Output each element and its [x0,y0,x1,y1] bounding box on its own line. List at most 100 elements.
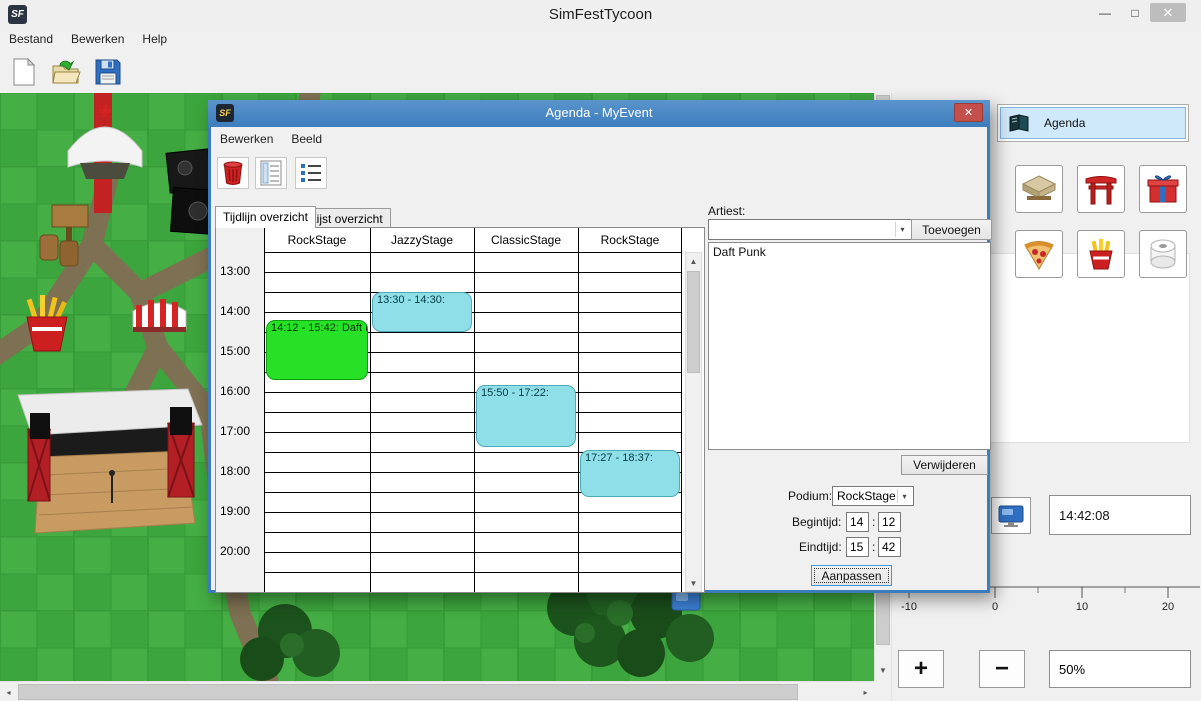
list-view-icon [299,162,323,184]
hour-label: 14:00 [220,304,260,318]
artist-listbox[interactable]: Daft Punk [708,242,991,450]
toilet-paper-icon [1146,237,1180,271]
menu-bestand[interactable]: Bestand [0,29,62,49]
time-separator: : [872,515,875,529]
zoom-in-button[interactable]: + [898,650,944,688]
save-icon [95,59,121,85]
main-stage[interactable] [18,389,202,533]
start-hour-field[interactable]: 14 [846,512,869,532]
map-scroll-down-button[interactable]: ▼ [875,661,891,679]
artist-list-item[interactable]: Daft Punk [709,243,990,261]
grid-scroll-up-button[interactable]: ▲ [686,253,701,269]
hour-label: 16:00 [220,384,260,398]
stage-header: RockStage [578,228,682,252]
tile-toilet-paper[interactable] [1139,230,1187,278]
scale-label-0: -10 [901,601,917,613]
timeline-grid: 13:00 14:00 15:00 16:00 17:00 18:00 19:0… [215,227,705,593]
app-window: SF SimFestTycoon — □ ✕ Bestand Bewerken … [0,0,1201,701]
tile-torii-gate[interactable] [1077,165,1125,213]
scale-label-2: 10 [1076,601,1088,613]
scale-label-3: 20 [1162,601,1174,613]
tile-pallet[interactable] [1015,165,1063,213]
sidebar-item-agenda[interactable]: Agenda [1000,107,1186,139]
remove-artist-button[interactable]: Verwijderen [901,455,988,475]
zoom-out-button[interactable]: − [979,650,1025,688]
stage-header: ClassicStage [474,228,578,252]
hour-label: 19:00 [220,504,260,518]
agenda-book-icon [1008,114,1030,132]
delete-event-button[interactable] [217,157,249,189]
dialog-menu-bar: Bewerken Beeld [211,127,987,150]
map-scroll-left-button[interactable]: ◂ [0,683,17,701]
dialog-menu-beeld[interactable]: Beeld [282,129,331,149]
event-block[interactable]: 15:50 - 17:22: [476,385,576,447]
pizza-icon [1022,237,1056,271]
menu-bar: Bestand Bewerken Help [0,28,1201,50]
grid-scroll-thumb[interactable] [687,271,700,373]
stage-header: RockStage [264,228,370,252]
stage-header: JazzyStage [370,228,474,252]
dropdown-arrow-icon: ▾ [897,489,911,503]
podium-label: Podium: [788,489,832,503]
timeline-rows[interactable]: 14:12 - 15:42: Daft P 13:30 - 14:30: 15:… [264,252,682,592]
hour-label: 20:00 [220,544,260,558]
menu-help[interactable]: Help [133,29,176,49]
new-file-button[interactable] [6,54,42,90]
apply-button[interactable]: Aanpassen [811,565,892,586]
trash-icon [223,161,243,185]
end-hour-field[interactable]: 15 [846,537,869,557]
dialog-menu-bewerken[interactable]: Bewerken [211,129,282,149]
artist-combobox[interactable]: ▾ [708,219,912,240]
screen-prop[interactable] [672,590,700,610]
open-file-button[interactable] [48,54,84,90]
list-view-button[interactable] [295,157,327,189]
dialog-title-bar[interactable]: SF Agenda - MyEvent ✕ [208,100,990,127]
dialog-close-button[interactable]: ✕ [954,103,983,122]
hour-label: 13:00 [220,264,260,278]
maximize-button[interactable]: □ [1122,3,1148,23]
podium-combobox[interactable]: RockStage ▾ [832,486,914,506]
minimize-button[interactable]: — [1092,3,1118,23]
menu-bewerken[interactable]: Bewerken [62,29,133,49]
dialog-title: Agenda - MyEvent [208,105,990,120]
close-button[interactable]: ✕ [1150,3,1186,22]
end-time-label: Eindtijd: [799,540,842,554]
tile-gift[interactable] [1139,165,1187,213]
tile-pizza[interactable] [1015,230,1063,278]
map-hscroll-thumb[interactable] [18,684,798,700]
open-file-icon [51,58,81,86]
event-block-daft-punk[interactable]: 14:12 - 15:42: Daft P [266,320,368,380]
timeline-view-button[interactable] [255,157,287,189]
fries-icon [1084,237,1118,271]
zoom-level-field[interactable]: 50% [1049,650,1191,688]
add-artist-button[interactable]: Toevoegen [911,219,992,240]
clock-display: 14:42:08 [1049,495,1191,535]
time-separator: : [872,540,875,554]
event-block[interactable]: 13:30 - 14:30: [372,292,472,332]
stage-columns: RockStage JazzyStage ClassicStage RockSt… [264,228,682,592]
time-gutter: 13:00 14:00 15:00 16:00 17:00 18:00 19:0… [216,228,264,592]
event-block[interactable]: 17:27 - 18:37: [580,450,680,497]
gift-icon [1146,172,1180,206]
title-bar: SF SimFestTycoon — □ ✕ [0,0,1201,28]
clock-screen-tile[interactable] [991,497,1031,534]
torii-gate-icon [1084,172,1118,206]
screen-icon [997,504,1025,528]
scale-label-1: 0 [992,601,998,613]
hour-label: 17:00 [220,424,260,438]
app-title: SimFestTycoon [0,6,1201,23]
sidebar-item-agenda-label: Agenda [1044,116,1085,130]
tile-fries[interactable] [1077,230,1125,278]
pallet-icon [1021,172,1057,206]
start-minute-field[interactable]: 12 [878,512,901,532]
map-horizontal-scrollbar[interactable]: ◂ ▸ [0,681,874,701]
timeline-view-icon [260,160,282,186]
save-button[interactable] [90,54,126,90]
grid-scrollbar[interactable]: ▲ ▼ [685,252,702,592]
end-minute-field[interactable]: 42 [878,537,901,557]
grid-scroll-down-button[interactable]: ▼ [686,575,701,591]
new-file-icon [11,58,37,86]
map-scroll-right-button[interactable]: ▸ [857,683,874,701]
artist-label: Artiest: [708,204,745,218]
tab-timeline-overview[interactable]: Tijdlijn overzicht [215,206,316,228]
